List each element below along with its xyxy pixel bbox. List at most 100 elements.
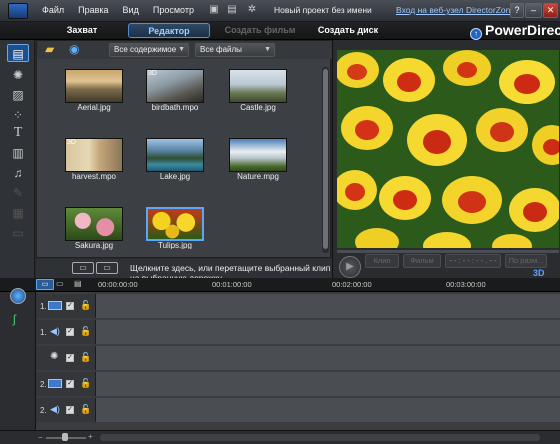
track-enable-checkbox[interactable]: ✓: [66, 380, 74, 388]
library-item[interactable]: Lake.jpg: [135, 138, 215, 181]
track-enable-checkbox[interactable]: ✓: [66, 302, 74, 310]
chapter-room-icon[interactable]: ▦: [7, 204, 29, 222]
library-item[interactable]: 3D harvest.mpo: [54, 138, 134, 181]
zoom-slider-handle[interactable]: [62, 433, 68, 441]
preview-seek-bar[interactable]: [337, 250, 559, 253]
insert-clip-icon[interactable]: ▭: [72, 262, 94, 274]
tab-editor[interactable]: Редактор: [128, 23, 210, 38]
lock-icon[interactable]: 🔓: [80, 352, 91, 363]
track-lane[interactable]: [96, 372, 560, 396]
voice-over-icon[interactable]: ✎: [7, 184, 29, 202]
effect-track-icon: ✺: [50, 351, 59, 362]
media-room-icon[interactable]: ▤: [7, 44, 29, 62]
timeline-ruler[interactable]: 00:00:00:00 00:01:00:00 00:02:00:00 00:0…: [96, 278, 560, 292]
effects-room-icon[interactable]: ✺: [7, 66, 29, 84]
library-item[interactable]: Nature.mpg: [218, 138, 298, 181]
particle-room-icon[interactable]: ⁘: [7, 106, 29, 124]
track-header: ✺ ✓ 🔓: [36, 346, 96, 370]
track-enable-checkbox[interactable]: ✓: [66, 406, 74, 414]
menu-file[interactable]: Файл: [42, 5, 64, 15]
lock-icon[interactable]: 🔓: [80, 326, 91, 337]
transition-room-icon[interactable]: ▥: [7, 144, 29, 162]
upload-icon[interactable]: ↑: [470, 28, 482, 40]
track-header: 1. ◀) ✓ 🔓: [36, 320, 96, 344]
minimize-button[interactable]: –: [525, 3, 542, 18]
zoom-out-icon[interactable]: −: [38, 433, 43, 442]
timeline-side-tools: ʃ: [0, 288, 36, 430]
tab-capture[interactable]: Захват: [54, 23, 110, 38]
layout-icon[interactable]: ▤: [226, 4, 238, 16]
content-filter-dropdown[interactable]: Все содержимое ▼: [109, 43, 189, 57]
help-button[interactable]: ?: [510, 3, 524, 18]
ruler-tick: 00:03:00:00: [446, 280, 486, 289]
lock-icon[interactable]: 🔓: [80, 404, 91, 415]
preview-image: [337, 50, 559, 248]
library-toolbar: ▰ ◉ Все содержимое ▼ Все файлы ▼: [37, 41, 332, 59]
threed-button[interactable]: 3D: [533, 268, 553, 278]
track-effects: ✺ ✓ 🔓: [36, 346, 560, 370]
ruler-tick: 00:01:00:00: [212, 280, 252, 289]
preview-panel: ▶ Клип Фильм - - : - - : - - . - - По ра…: [332, 40, 560, 278]
cursor-icon[interactable]: ▣: [208, 4, 220, 16]
brand-logo: ↑PowerDirector: [470, 22, 560, 40]
title-room-icon[interactable]: T: [7, 124, 29, 142]
app-icon[interactable]: [8, 3, 28, 19]
directorzone-link[interactable]: Вход на веб-узел DirectorZone: [396, 5, 515, 15]
fix-enhance-icon[interactable]: ʃ: [13, 312, 16, 326]
track-enable-checkbox[interactable]: ✓: [66, 328, 74, 336]
storyboard-view-button[interactable]: ▭: [56, 279, 70, 290]
library-item[interactable]: Tulips.jpg: [135, 207, 215, 249]
gear-icon[interactable]: ✲: [246, 4, 258, 16]
video-track-icon: [48, 301, 62, 310]
track-enable-checkbox[interactable]: ✓: [66, 354, 74, 362]
thumbnail: [65, 69, 123, 103]
timeline-view-button[interactable]: ▭: [36, 279, 54, 290]
tab-create-film[interactable]: Создать фильм: [222, 23, 298, 38]
library-item[interactable]: Aerial.jpg: [54, 69, 134, 112]
magic-tools-icon[interactable]: [10, 288, 26, 304]
zoom-in-icon[interactable]: +: [88, 432, 93, 441]
track-lane[interactable]: [96, 346, 560, 370]
track-lane[interactable]: [96, 294, 560, 318]
film-mode-button[interactable]: Фильм: [403, 254, 441, 268]
play-button[interactable]: ▶: [339, 256, 361, 278]
track-video-1: 1. ✓ 🔓: [36, 294, 560, 318]
menu-playback[interactable]: Просмотр: [153, 5, 194, 15]
lock-icon[interactable]: 🔓: [80, 300, 91, 311]
library-scrollbar[interactable]: [322, 67, 329, 253]
library-item[interactable]: Castle.jpg: [218, 69, 298, 112]
file-filter-dropdown[interactable]: Все файлы ▼: [195, 43, 275, 57]
insert-hint-bar: ▭ ▭ Щелкните здесь, или перетащите выбра…: [36, 259, 332, 283]
download-icon[interactable]: ◉: [69, 42, 83, 56]
track-header: 1. ✓ 🔓: [36, 294, 96, 318]
library-item[interactable]: Sakura.jpg: [54, 207, 134, 250]
tulips-image: [337, 50, 559, 248]
folder-icon[interactable]: ▰: [45, 42, 59, 56]
thumbnail: [229, 69, 287, 103]
fit-dropdown[interactable]: По разм...: [505, 254, 547, 268]
library-item[interactable]: 3D birdbath.mpo: [135, 69, 215, 112]
menu-view[interactable]: Вид: [123, 5, 139, 15]
media-library: ▰ ◉ Все содержимое ▼ Все файлы ▼ Aerial.jp…: [36, 40, 332, 258]
pip-room-icon[interactable]: ▨: [7, 86, 29, 104]
lock-icon[interactable]: 🔓: [80, 378, 91, 389]
scrollbar-thumb[interactable]: [323, 69, 328, 249]
audio-mixing-icon[interactable]: ♫: [7, 164, 29, 182]
track-manager-icon[interactable]: ▤: [74, 279, 88, 290]
close-button[interactable]: ✕: [543, 3, 558, 18]
track-lane[interactable]: [96, 320, 560, 344]
timeline-scrollbar[interactable]: [100, 434, 540, 441]
tab-create-disc[interactable]: Создать диск: [310, 23, 386, 38]
clip-mode-button[interactable]: Клип: [365, 254, 399, 268]
overwrite-clip-icon[interactable]: ▭: [96, 262, 118, 274]
thumbnail: [65, 207, 123, 241]
menu-edit[interactable]: Правка: [78, 5, 108, 15]
thumbnail: 3D: [146, 69, 204, 103]
audio-track-icon: ◀): [50, 326, 60, 336]
subtitle-room-icon[interactable]: ▭: [7, 224, 29, 242]
timecode-display: - - : - - : - - . - -: [445, 254, 501, 268]
thumbnail: [229, 138, 287, 172]
track-header: 2. ◀) ✓ 🔓: [36, 398, 96, 422]
track-lane[interactable]: [96, 398, 560, 422]
ruler-tick: 00:00:00:00: [98, 280, 138, 289]
